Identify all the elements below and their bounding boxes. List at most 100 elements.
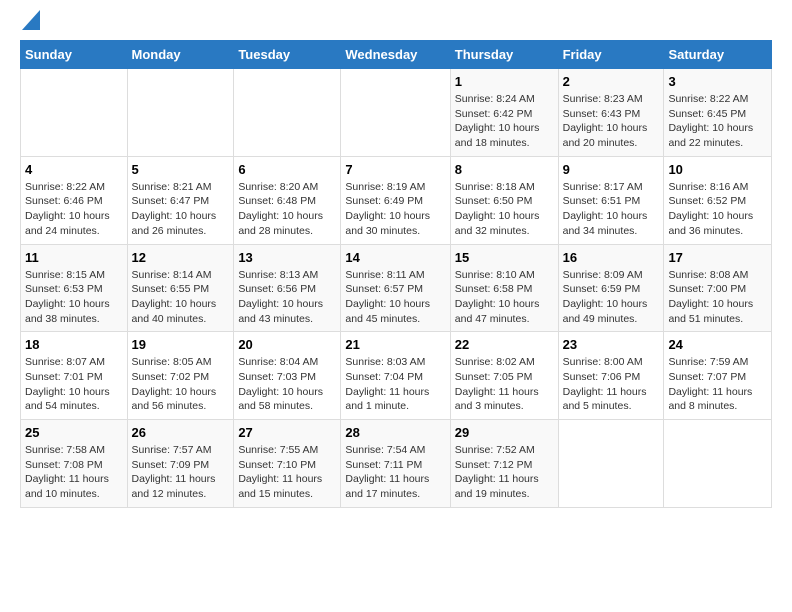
day-info: Sunrise: 8:05 AMSunset: 7:02 PMDaylight:…: [132, 355, 230, 414]
day-number: 9: [563, 162, 660, 177]
calendar-cell: 5 Sunrise: 8:21 AMSunset: 6:47 PMDaylight…: [127, 156, 234, 244]
logo-arrow-icon: [22, 10, 40, 30]
calendar-week-2: 4Sunrise: 8:22 AMSunset: 6:46 PMDaylight…: [21, 156, 772, 244]
day-info: Sunrise: 8:14 AMSunset: 6:55 PMDaylight:…: [132, 268, 230, 327]
day-info: Sunrise: 7:55 AMSunset: 7:10 PMDaylight:…: [238, 443, 336, 502]
calendar-cell: 12 Sunrise: 8:14 AMSunset: 6:55 PMDayligh…: [127, 244, 234, 332]
calendar-header: SundayMondayTuesdayWednesdayThursdayFrid…: [21, 41, 772, 69]
calendar-cell: 25 Sunrise: 7:58 AMSunset: 7:08 PMDayligh…: [21, 420, 128, 508]
day-number: 26: [132, 425, 230, 440]
day-info: Sunrise: 8:00 AMSunset: 7:06 PMDaylight:…: [563, 355, 660, 414]
day-info: Sunrise: 8:07 AMSunset: 7:01 PMDaylight:…: [25, 355, 123, 414]
calendar-cell: 18 Sunrise: 8:07 AMSunset: 7:01 PMDayligh…: [21, 332, 128, 420]
day-info: Sunrise: 8:08 AMSunset: 7:00 PMDaylight:…: [668, 268, 767, 327]
day-info: Sunrise: 8:02 AMSunset: 7:05 PMDaylight:…: [455, 355, 554, 414]
day-number: 19: [132, 337, 230, 352]
day-info: Sunrise: 7:52 AMSunset: 7:12 PMDaylight:…: [455, 443, 554, 502]
day-number: 24: [668, 337, 767, 352]
weekday-header-sunday: Sunday: [21, 41, 128, 69]
calendar-cell: 28 Sunrise: 7:54 AMSunset: 7:11 PMDayligh…: [341, 420, 450, 508]
day-info: Sunrise: 8:17 AMSunset: 6:51 PMDaylight:…: [563, 180, 660, 239]
day-info: Sunrise: 8:23 AMSunset: 6:43 PMDaylight:…: [563, 92, 660, 151]
calendar-cell: 8 Sunrise: 8:18 AMSunset: 6:50 PMDaylight…: [450, 156, 558, 244]
calendar-cell: 4Sunrise: 8:22 AMSunset: 6:46 PMDaylight…: [21, 156, 128, 244]
calendar-cell: 26 Sunrise: 7:57 AMSunset: 7:09 PMDayligh…: [127, 420, 234, 508]
day-number: 21: [345, 337, 445, 352]
day-number: 3: [668, 74, 767, 89]
day-number: 7: [345, 162, 445, 177]
calendar-week-1: 1 Sunrise: 8:24 AMSunset: 6:42 PMDaylight…: [21, 69, 772, 157]
calendar-table: SundayMondayTuesdayWednesdayThursdayFrid…: [20, 40, 772, 508]
day-number: 6: [238, 162, 336, 177]
calendar-cell: 9 Sunrise: 8:17 AMSunset: 6:51 PMDaylight…: [558, 156, 664, 244]
calendar-cell: 19 Sunrise: 8:05 AMSunset: 7:02 PMDayligh…: [127, 332, 234, 420]
calendar-cell: [234, 69, 341, 157]
calendar-cell: 29Sunrise: 7:52 AMSunset: 7:12 PMDayligh…: [450, 420, 558, 508]
day-number: 11: [25, 250, 123, 265]
calendar-cell: [21, 69, 128, 157]
day-info: Sunrise: 7:58 AMSunset: 7:08 PMDaylight:…: [25, 443, 123, 502]
calendar-cell: 17Sunrise: 8:08 AMSunset: 7:00 PMDayligh…: [664, 244, 772, 332]
logo: [20, 20, 40, 30]
day-number: 2: [563, 74, 660, 89]
day-number: 5: [132, 162, 230, 177]
calendar-cell: [558, 420, 664, 508]
day-info: Sunrise: 8:21 AMSunset: 6:47 PMDaylight:…: [132, 180, 230, 239]
calendar-cell: 7Sunrise: 8:19 AMSunset: 6:49 PMDaylight…: [341, 156, 450, 244]
weekday-header-friday: Friday: [558, 41, 664, 69]
calendar-cell: 11 Sunrise: 8:15 AMSunset: 6:53 PMDayligh…: [21, 244, 128, 332]
day-info: Sunrise: 8:03 AMSunset: 7:04 PMDaylight:…: [345, 355, 445, 414]
calendar-cell: 21 Sunrise: 8:03 AMSunset: 7:04 PMDayligh…: [341, 332, 450, 420]
day-number: 1: [455, 74, 554, 89]
calendar-week-4: 18 Sunrise: 8:07 AMSunset: 7:01 PMDayligh…: [21, 332, 772, 420]
day-number: 16: [563, 250, 660, 265]
day-number: 25: [25, 425, 123, 440]
day-number: 12: [132, 250, 230, 265]
calendar-week-5: 25 Sunrise: 7:58 AMSunset: 7:08 PMDayligh…: [21, 420, 772, 508]
calendar-cell: 3 Sunrise: 8:22 AMSunset: 6:45 PMDaylight…: [664, 69, 772, 157]
page-header: [20, 20, 772, 30]
calendar-cell: 24 Sunrise: 7:59 AMSunset: 7:07 PMDayligh…: [664, 332, 772, 420]
day-number: 4: [25, 162, 123, 177]
day-info: Sunrise: 7:57 AMSunset: 7:09 PMDaylight:…: [132, 443, 230, 502]
calendar-cell: 10 Sunrise: 8:16 AMSunset: 6:52 PMDayligh…: [664, 156, 772, 244]
day-info: Sunrise: 8:04 AMSunset: 7:03 PMDaylight:…: [238, 355, 336, 414]
day-number: 20: [238, 337, 336, 352]
calendar-cell: 20 Sunrise: 8:04 AMSunset: 7:03 PMDayligh…: [234, 332, 341, 420]
day-number: 10: [668, 162, 767, 177]
day-info: Sunrise: 7:54 AMSunset: 7:11 PMDaylight:…: [345, 443, 445, 502]
calendar-cell: 1 Sunrise: 8:24 AMSunset: 6:42 PMDaylight…: [450, 69, 558, 157]
day-info: Sunrise: 8:10 AMSunset: 6:58 PMDaylight:…: [455, 268, 554, 327]
day-info: Sunrise: 8:20 AMSunset: 6:48 PMDaylight:…: [238, 180, 336, 239]
weekday-header-thursday: Thursday: [450, 41, 558, 69]
calendar-cell: 14 Sunrise: 8:11 AMSunset: 6:57 PMDayligh…: [341, 244, 450, 332]
calendar-body: 1 Sunrise: 8:24 AMSunset: 6:42 PMDaylight…: [21, 69, 772, 508]
day-info: Sunrise: 8:24 AMSunset: 6:42 PMDaylight:…: [455, 92, 554, 151]
day-number: 15: [455, 250, 554, 265]
day-number: 27: [238, 425, 336, 440]
day-number: 18: [25, 337, 123, 352]
day-number: 23: [563, 337, 660, 352]
day-info: Sunrise: 8:11 AMSunset: 6:57 PMDaylight:…: [345, 268, 445, 327]
calendar-cell: 15 Sunrise: 8:10 AMSunset: 6:58 PMDayligh…: [450, 244, 558, 332]
calendar-week-3: 11 Sunrise: 8:15 AMSunset: 6:53 PMDayligh…: [21, 244, 772, 332]
calendar-cell: 27 Sunrise: 7:55 AMSunset: 7:10 PMDayligh…: [234, 420, 341, 508]
day-number: 14: [345, 250, 445, 265]
day-number: 8: [455, 162, 554, 177]
weekday-header-saturday: Saturday: [664, 41, 772, 69]
calendar-cell: [341, 69, 450, 157]
day-number: 22: [455, 337, 554, 352]
day-info: Sunrise: 8:22 AMSunset: 6:45 PMDaylight:…: [668, 92, 767, 151]
weekday-header-tuesday: Tuesday: [234, 41, 341, 69]
day-info: Sunrise: 8:16 AMSunset: 6:52 PMDaylight:…: [668, 180, 767, 239]
calendar-cell: 2 Sunrise: 8:23 AMSunset: 6:43 PMDaylight…: [558, 69, 664, 157]
calendar-cell: [664, 420, 772, 508]
day-info: Sunrise: 8:18 AMSunset: 6:50 PMDaylight:…: [455, 180, 554, 239]
day-number: 28: [345, 425, 445, 440]
calendar-cell: 23 Sunrise: 8:00 AMSunset: 7:06 PMDayligh…: [558, 332, 664, 420]
calendar-cell: 16 Sunrise: 8:09 AMSunset: 6:59 PMDayligh…: [558, 244, 664, 332]
day-info: Sunrise: 8:09 AMSunset: 6:59 PMDaylight:…: [563, 268, 660, 327]
day-info: Sunrise: 8:15 AMSunset: 6:53 PMDaylight:…: [25, 268, 123, 327]
calendar-cell: 22 Sunrise: 8:02 AMSunset: 7:05 PMDayligh…: [450, 332, 558, 420]
day-info: Sunrise: 7:59 AMSunset: 7:07 PMDaylight:…: [668, 355, 767, 414]
